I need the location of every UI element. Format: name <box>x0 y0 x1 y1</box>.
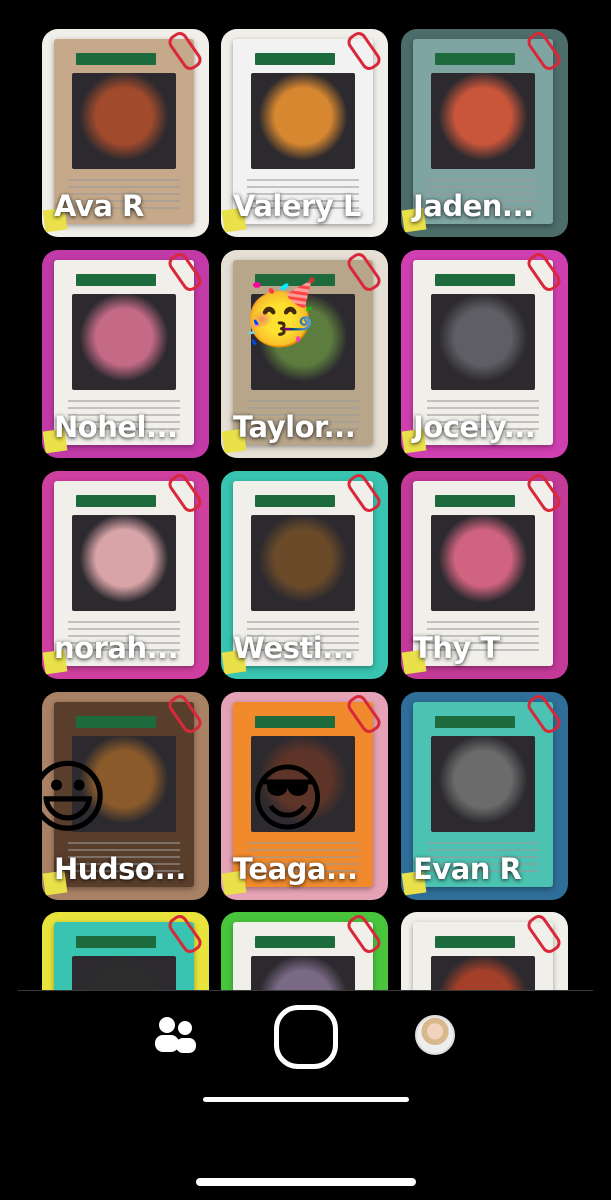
worksheet-banner <box>255 53 335 65</box>
artwork-image <box>431 515 535 611</box>
participant-name: Westi... <box>233 631 354 665</box>
artwork-image <box>431 736 535 832</box>
participant-tile[interactable]: Jaden... <box>401 29 568 237</box>
participant-tile[interactable]: Thy T <box>401 471 568 679</box>
artwork-image <box>72 515 176 611</box>
participant-tile[interactable]: norah... <box>42 471 209 679</box>
worksheet-banner <box>76 274 156 286</box>
worksheet-banner <box>255 936 335 948</box>
worksheet-banner <box>435 495 515 507</box>
grabber-line <box>203 1097 409 1102</box>
artwork-image <box>72 294 176 390</box>
participant-tile[interactable]: Valery L <box>221 29 388 237</box>
participant-tile[interactable] <box>42 912 209 990</box>
participant-name: Nohel... <box>54 410 178 444</box>
artwork-image <box>431 73 535 169</box>
worksheet-banner <box>435 274 515 286</box>
emoji-sticker: 😃 <box>42 751 110 844</box>
participant-name: Teaga... <box>233 852 358 886</box>
participant-name: Hudso... <box>54 852 186 886</box>
people-icon[interactable] <box>152 1014 198 1058</box>
worksheet-banner <box>435 53 515 65</box>
participant-grid: Ava R Valery L Jaden... Nohel... 🥳 Taylor... J… <box>0 0 611 990</box>
artwork-image <box>251 515 355 611</box>
participant-name: Jaden... <box>413 189 534 223</box>
participant-name: norah... <box>54 631 179 665</box>
participant-name: Thy T <box>413 631 500 665</box>
capture-button[interactable] <box>274 1005 338 1069</box>
worksheet-banner <box>435 716 515 728</box>
participant-name: Valery L <box>233 189 361 223</box>
participant-tile[interactable] <box>401 912 568 990</box>
worksheet-banner <box>255 716 335 728</box>
worksheet-banner <box>76 53 156 65</box>
participant-tile[interactable] <box>221 912 388 990</box>
participant-tile[interactable]: 😃 Hudso... <box>42 692 209 900</box>
artwork-image <box>72 73 176 169</box>
participant-tile[interactable]: 🥳 Taylor... <box>221 250 388 458</box>
worksheet-banner <box>76 495 156 507</box>
participant-tile[interactable]: 😎 Teaga... <box>221 692 388 900</box>
emoji-sticker: 😎 <box>249 756 327 842</box>
participant-tile[interactable]: Westi... <box>221 471 388 679</box>
artwork-image <box>251 956 355 990</box>
artwork-image <box>251 73 355 169</box>
artwork-image <box>72 956 176 990</box>
emoji-sticker: 🥳 <box>241 276 319 349</box>
participant-tile[interactable]: Evan R <box>401 692 568 900</box>
participant-tile[interactable]: Jocely... <box>401 250 568 458</box>
participant-name: Evan R <box>413 852 522 886</box>
home-indicator[interactable] <box>196 1178 416 1186</box>
participant-tile[interactable]: Ava R <box>42 29 209 237</box>
worksheet-banner <box>76 936 156 948</box>
worksheet-banner <box>76 716 156 728</box>
participant-name: Taylor... <box>233 410 356 444</box>
participant-name: Ava R <box>54 189 144 223</box>
profile-avatar[interactable] <box>415 1015 455 1055</box>
worksheet-banner <box>255 495 335 507</box>
worksheet-banner <box>435 936 515 948</box>
participant-name: Jocely... <box>413 410 536 444</box>
artwork-image <box>431 956 535 990</box>
artwork-image <box>431 294 535 390</box>
participant-tile[interactable]: Nohel... <box>42 250 209 458</box>
